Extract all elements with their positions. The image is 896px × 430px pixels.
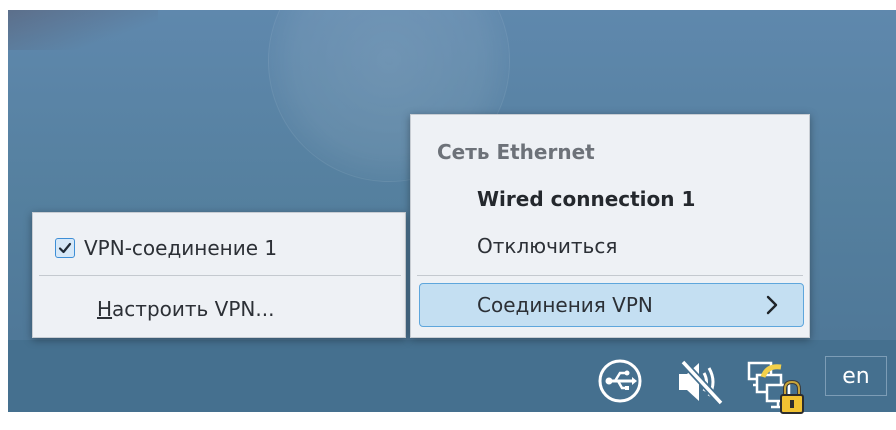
configure-vpn-mnemonic: Н xyxy=(97,297,113,321)
chevron-right-icon xyxy=(766,295,778,315)
wallpaper-streak xyxy=(8,10,158,50)
vpn-connection-label: VPN-соединение 1 xyxy=(84,236,278,260)
speaker-muted-icon[interactable] xyxy=(675,357,727,407)
keyboard-layout-indicator[interactable]: en xyxy=(825,356,887,396)
menu-item-configure-vpn[interactable]: Настроить VPN... xyxy=(97,294,274,324)
menu-item-vpn-connections[interactable]: Соединения VPN xyxy=(419,283,804,327)
vpn-connections-label: Соединения VPN xyxy=(477,293,653,317)
usb-icon[interactable] xyxy=(597,358,643,404)
menu-separator xyxy=(417,275,803,276)
network-menu: Сеть Ethernet Wired connection 1 Отключи… xyxy=(410,114,810,338)
menu-item-wired-connection[interactable]: Wired connection 1 xyxy=(477,184,695,214)
section-title-ethernet: Сеть Ethernet xyxy=(437,140,595,164)
configure-vpn-label: астроить VPN... xyxy=(112,297,275,321)
vpn-submenu: VPN-соединение 1 Настроить VPN... xyxy=(32,212,406,338)
menu-item-disconnect[interactable]: Отключиться xyxy=(477,231,617,261)
menu-item-vpn-connection[interactable]: VPN-соединение 1 xyxy=(55,233,277,263)
menu-separator xyxy=(39,275,401,276)
network-locked-icon[interactable] xyxy=(745,355,815,421)
screen: VPN-соединение 1 Настроить VPN... Сеть E… xyxy=(0,0,896,430)
checkbox-checked-icon[interactable] xyxy=(55,238,75,258)
